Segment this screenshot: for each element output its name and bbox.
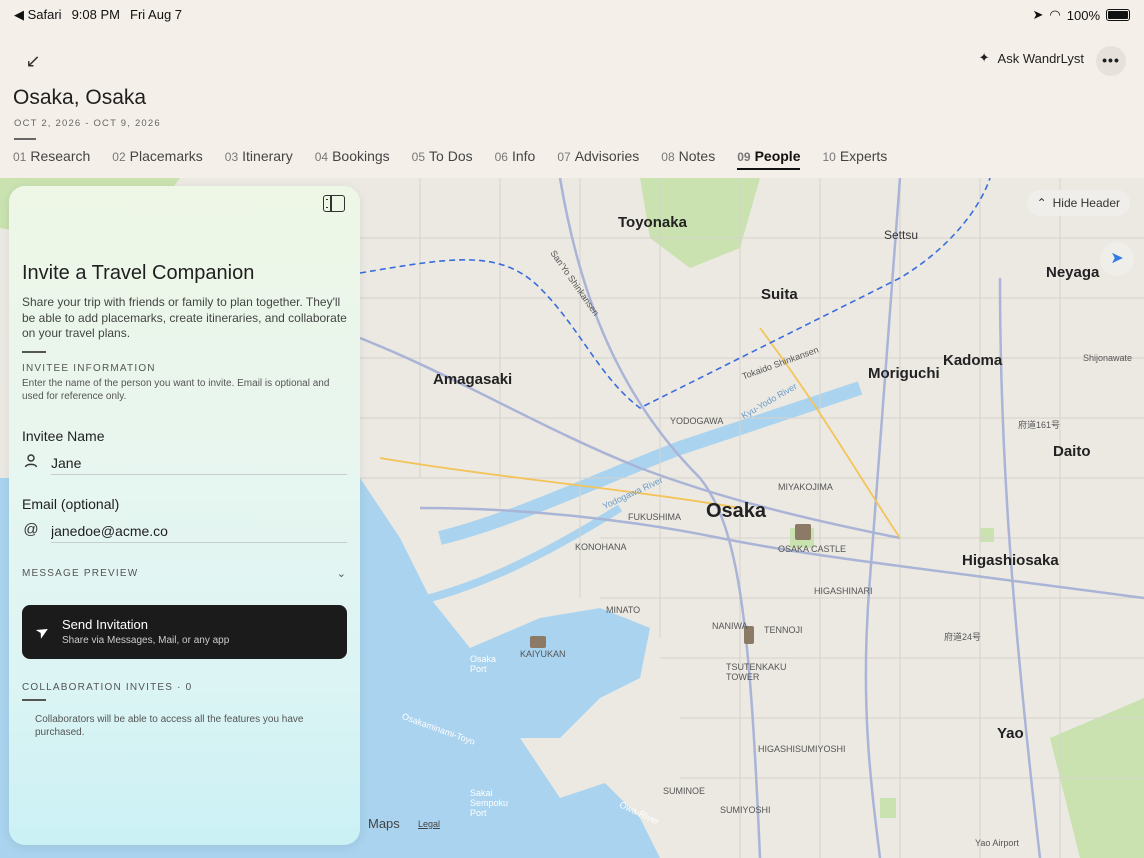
chevron-up-icon: ⌃ <box>1036 196 1047 210</box>
map-label-route-24: 府道24号 <box>944 632 982 642</box>
wifi-icon: ◠ <box>1049 7 1061 22</box>
map-label-suminoe: SUMINOE <box>663 786 706 796</box>
map-label-kadoma: Kadoma <box>943 352 1003 369</box>
email-label: Email (optional) <box>22 496 120 512</box>
tab-notes[interactable]: 08 Notes <box>661 148 715 170</box>
map-label-yao-airport: Yao Airport <box>975 838 1019 848</box>
location-arrow-icon: ➤ <box>1032 7 1044 22</box>
map-label-tennoji: TENNOJI <box>764 625 803 635</box>
collapse-arrow-icon[interactable]: ↙ <box>20 48 46 74</box>
tab-bookings[interactable]: 04 Bookings <box>315 148 390 170</box>
map-label-toyonaka: Toyonaka <box>618 214 687 231</box>
chevron-down-icon[interactable]: ⌄ <box>337 567 346 580</box>
map-label-minato: MINATO <box>606 605 641 615</box>
tab-research[interactable]: 01 Research <box>13 148 90 170</box>
send-invitation-button[interactable]: ➤ Send Invitation Share via Messages, Ma… <box>22 605 347 659</box>
back-to-app-label[interactable]: ◀ Safari <box>14 7 62 23</box>
tab-info[interactable]: 06 Info <box>495 148 536 170</box>
map-label-kaiyukan: KAIYUKAN <box>520 649 566 659</box>
ask-wandrlyst-button[interactable]: ✦ Ask WandrLyst <box>979 50 1084 66</box>
map-label-yao: Yao <box>997 725 1024 742</box>
map-label-yodogawa: YODOGAWA <box>670 416 724 426</box>
person-icon <box>22 453 40 471</box>
map-label-osaka-port: Osaka Port <box>470 654 497 674</box>
panel-description: Share your trip with friends or family t… <box>22 295 347 340</box>
invitee-name-row <box>22 451 347 475</box>
trip-header: ↙ ✦ Ask WandrLyst ••• Osaka, Osaka OCT 2… <box>0 28 1144 178</box>
collab-invites-label: COLLABORATION INVITES · 0 <box>22 682 193 693</box>
invitee-name-label: Invitee Name <box>22 428 105 444</box>
map-label-settsu: Settsu <box>884 228 919 242</box>
tab-itinerary[interactable]: 03 Itinerary <box>225 148 293 170</box>
battery-icon <box>1106 9 1130 21</box>
email-row: @ <box>22 519 347 543</box>
at-sign-icon: @ <box>23 521 39 538</box>
map-label-daito: Daito <box>1053 443 1091 460</box>
tab-placemarks[interactable]: 02 Placemarks <box>112 148 203 170</box>
message-preview-toggle[interactable]: MESSAGE PREVIEW <box>22 568 138 579</box>
map-label-sakai-port: Sakai Sempoku Port <box>470 788 509 818</box>
map-label-neyaga: Neyaga <box>1046 264 1100 281</box>
trip-dates: OCT 2, 2026 - OCT 9, 2026 <box>14 118 161 129</box>
map-label-fukushima: FUKUSHIMA <box>628 512 682 522</box>
status-time: 9:08 PM <box>71 7 120 22</box>
map-label-shijonawate: Shijonawate <box>1083 353 1133 363</box>
map-label-konohana: KONOHANA <box>575 542 627 552</box>
map-label-naniwa: NANIWA <box>712 621 748 631</box>
battery-percent: 100% <box>1066 7 1100 23</box>
apple-maps-logo: Maps <box>368 816 400 831</box>
map-label-osaka: Osaka <box>706 500 767 522</box>
invitee-name-input[interactable] <box>51 451 347 475</box>
map-label-sumiyoshi: SUMIYOSHI <box>720 805 771 815</box>
map-label-higashiosaka: Higashiosaka <box>962 552 1059 569</box>
paper-plane-icon: ➤ <box>32 621 54 644</box>
panel-title: Invite a Travel Companion <box>22 262 255 284</box>
map-label-suita: Suita <box>761 286 798 303</box>
tab-todos[interactable]: 05 To Dos <box>412 148 473 170</box>
map-label-miyakojima: MIYAKOJIMA <box>778 482 833 492</box>
maps-legal-link[interactable]: Legal <box>418 819 440 829</box>
map-label-higashinari: HIGASHINARI <box>814 586 873 596</box>
invitee-section-label: INVITEE INFORMATION <box>22 363 156 374</box>
map-label-osaka-castle: OSAKA CASTLE <box>778 544 847 554</box>
invitee-help-text: Enter the name of the person you want to… <box>22 378 330 402</box>
map-label-tsutenkaku: TSUTENKAKU TOWER <box>726 662 787 682</box>
status-date: Fri Aug 7 <box>130 7 183 22</box>
map-label-route-161: 府道161号 <box>1018 420 1061 430</box>
collab-note: Collaborators will be able to access all… <box>35 714 304 738</box>
status-bar: ◀ Safari 9:08 PM Fri Aug 7 ➤ ◠ 100% <box>0 0 1144 28</box>
sidebar-toggle-icon[interactable] <box>323 195 345 212</box>
locate-me-button[interactable]: ➤ <box>1100 242 1134 276</box>
section-tabs: 01 Research 02 Placemarks 03 Itinerary 04 Bo… <box>13 148 887 170</box>
map-label-amagasaki: Amagasaki <box>433 371 513 388</box>
email-input[interactable] <box>51 519 347 543</box>
collab-divider <box>22 699 46 701</box>
tab-experts[interactable]: 10 Experts <box>822 148 887 170</box>
section-divider <box>22 351 46 353</box>
more-options-button[interactable]: ••• <box>1096 46 1126 76</box>
dates-divider <box>14 138 36 140</box>
map-label-higashisumiyoshi: HIGASHISUMIYOSHI <box>758 744 846 754</box>
location-arrow-icon: ➤ <box>1110 250 1124 267</box>
tab-advisories[interactable]: 07 Advisories <box>557 148 639 170</box>
trip-title: Osaka, Osaka <box>13 86 147 109</box>
map-label-moriguchi: Moriguchi <box>868 365 940 382</box>
sparkle-icon: ✦ <box>978 50 990 65</box>
invite-panel: Invite a Travel Companion Share your tri… <box>9 186 360 845</box>
hide-header-button[interactable]: ⌃ Hide Header <box>1026 190 1130 216</box>
tab-people[interactable]: 09 People <box>737 148 801 170</box>
